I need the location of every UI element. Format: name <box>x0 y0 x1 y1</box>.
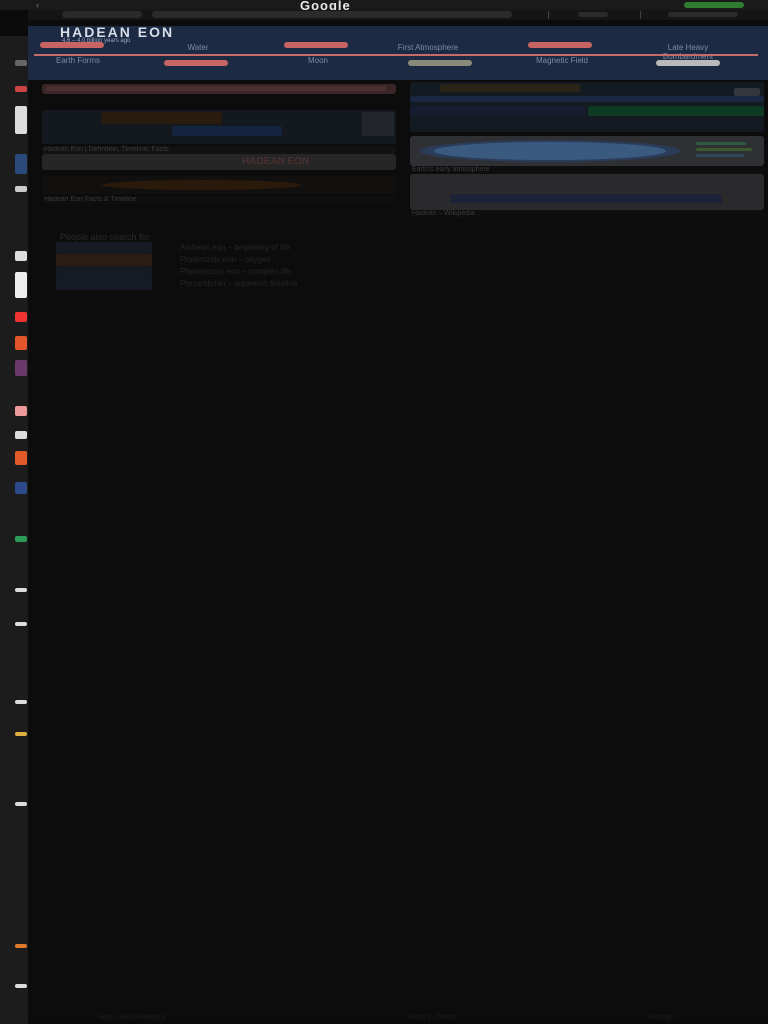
timeline-pin <box>40 42 104 48</box>
list-thumbnail <box>56 266 152 278</box>
card-image <box>450 194 722 203</box>
card-image <box>410 96 764 102</box>
banner-category: Late Heavy Bombardment <box>662 43 714 61</box>
image-viewer-panel: HADEAN EON 4.6 – 4.0 billion years ago W… <box>28 20 768 1021</box>
card-image <box>102 180 302 190</box>
thumbnail[interactable] <box>15 86 27 92</box>
timeline-divider <box>34 54 758 56</box>
thumbnail[interactable] <box>15 360 27 376</box>
section-title: People also search for <box>60 232 150 242</box>
legend-line <box>696 148 752 151</box>
timeline-pin <box>656 60 720 66</box>
thumbnail[interactable] <box>15 251 27 261</box>
card-image <box>102 112 222 124</box>
thumbnail[interactable] <box>15 732 27 736</box>
footer-link[interactable]: Help · Send feedback <box>98 1014 165 1021</box>
result-card[interactable] <box>42 110 396 144</box>
thumbnail[interactable] <box>15 451 27 465</box>
list-item[interactable]: Precambrian – supereon timeline <box>56 278 476 290</box>
result-caption[interactable]: Hadean Eon Facts & Timeline <box>42 196 396 204</box>
toolbar-control[interactable] <box>578 12 608 17</box>
back-icon[interactable]: ‹ <box>36 0 39 10</box>
card-caption-text: Hadean Eon | Definition, Timeline, Facts <box>44 146 169 153</box>
result-card[interactable] <box>410 82 764 132</box>
thumbnail[interactable] <box>15 700 27 704</box>
thumbnail[interactable] <box>15 106 27 134</box>
legend-line <box>696 154 744 157</box>
card-image <box>172 126 282 136</box>
card-caption-text: HADEAN EON <box>242 156 310 167</box>
done-button[interactable] <box>684 2 744 8</box>
banner-category: Water <box>187 43 209 52</box>
banner-category: Earth Forms <box>55 56 100 65</box>
result-card[interactable] <box>410 174 764 210</box>
banner-category: Magnetic Field <box>535 56 589 65</box>
toolbar-control[interactable] <box>668 12 738 17</box>
thumbnail[interactable] <box>15 944 27 948</box>
footer-link[interactable]: Privacy · Terms <box>408 1014 456 1021</box>
thumbnail[interactable] <box>15 406 27 416</box>
hero-banner[interactable]: HADEAN EON 4.6 – 4.0 billion years ago W… <box>28 24 768 80</box>
thumbnail[interactable] <box>15 312 27 322</box>
result-card[interactable] <box>410 136 764 166</box>
thumbnail[interactable] <box>15 60 27 66</box>
result-caption[interactable]: Hadean Eon | Definition, Timeline, Facts <box>42 146 396 154</box>
legend-line <box>696 142 746 145</box>
list-item[interactable]: Phanerozoic eon – complex life <box>56 266 476 278</box>
thumbnail[interactable] <box>15 802 27 806</box>
browser-top-bar: ‹ Google <box>0 0 768 13</box>
result-caption[interactable]: Hadean – Wikipedia <box>410 210 764 218</box>
timeline-pin <box>284 42 348 48</box>
address-row <box>28 10 768 20</box>
timeline-pin <box>528 42 592 48</box>
card-caption-text: Hadean – Wikipedia <box>412 210 475 217</box>
thumbnail[interactable] <box>15 536 27 542</box>
card-image <box>410 106 586 116</box>
thumbnail[interactable] <box>15 431 27 439</box>
list-item[interactable]: Proterozoic eon – oxygen <box>56 254 476 266</box>
banner-category: First Atmosphere <box>397 43 459 52</box>
footer-link[interactable]: Settings <box>648 1014 673 1021</box>
card-image <box>588 106 764 116</box>
result-card[interactable] <box>42 176 396 194</box>
toolbar-separator <box>548 11 549 19</box>
result-card[interactable] <box>42 84 396 94</box>
list-thumbnail <box>56 242 152 254</box>
card-caption-text: Hadean Eon Facts & Timeline <box>44 196 137 203</box>
left-thumbnail-strip <box>0 36 28 1024</box>
list-item-text: Archean eon – beginning of life <box>180 243 291 252</box>
card-caption-text: Earth's early atmosphere <box>412 166 490 173</box>
result-card[interactable]: HADEAN EON <box>42 154 396 170</box>
thumbnail[interactable] <box>15 588 27 592</box>
timeline-pin <box>408 60 472 66</box>
card-image <box>734 88 760 96</box>
result-caption[interactable]: Earth's early atmosphere <box>410 166 764 174</box>
list-item-text: Precambrian – supereon timeline <box>180 279 298 288</box>
list-item-text: Phanerozoic eon – complex life <box>180 267 292 276</box>
tab-pill[interactable] <box>62 11 142 18</box>
list-item[interactable]: Archean eon – beginning of life <box>56 242 476 254</box>
thumbnail[interactable] <box>15 154 27 174</box>
pie-illustration <box>416 140 682 162</box>
list-thumbnail <box>56 278 152 290</box>
thumbnail[interactable] <box>15 622 27 626</box>
timeline-pin <box>164 60 228 66</box>
banner-category: Moon <box>307 56 328 65</box>
list-thumbnail <box>56 254 152 266</box>
card-strip <box>46 86 386 91</box>
toolbar-separator <box>640 11 641 19</box>
thumbnail[interactable] <box>15 984 27 988</box>
card-image <box>362 112 394 136</box>
list-item-text: Proterozoic eon – oxygen <box>180 255 271 264</box>
pie-inner <box>434 142 666 160</box>
address-bar[interactable] <box>152 11 512 18</box>
thumbnail[interactable] <box>15 272 27 298</box>
thumbnail[interactable] <box>15 186 27 192</box>
thumbnail[interactable] <box>15 482 27 494</box>
thumbnail[interactable] <box>15 336 27 350</box>
card-image <box>440 84 580 92</box>
